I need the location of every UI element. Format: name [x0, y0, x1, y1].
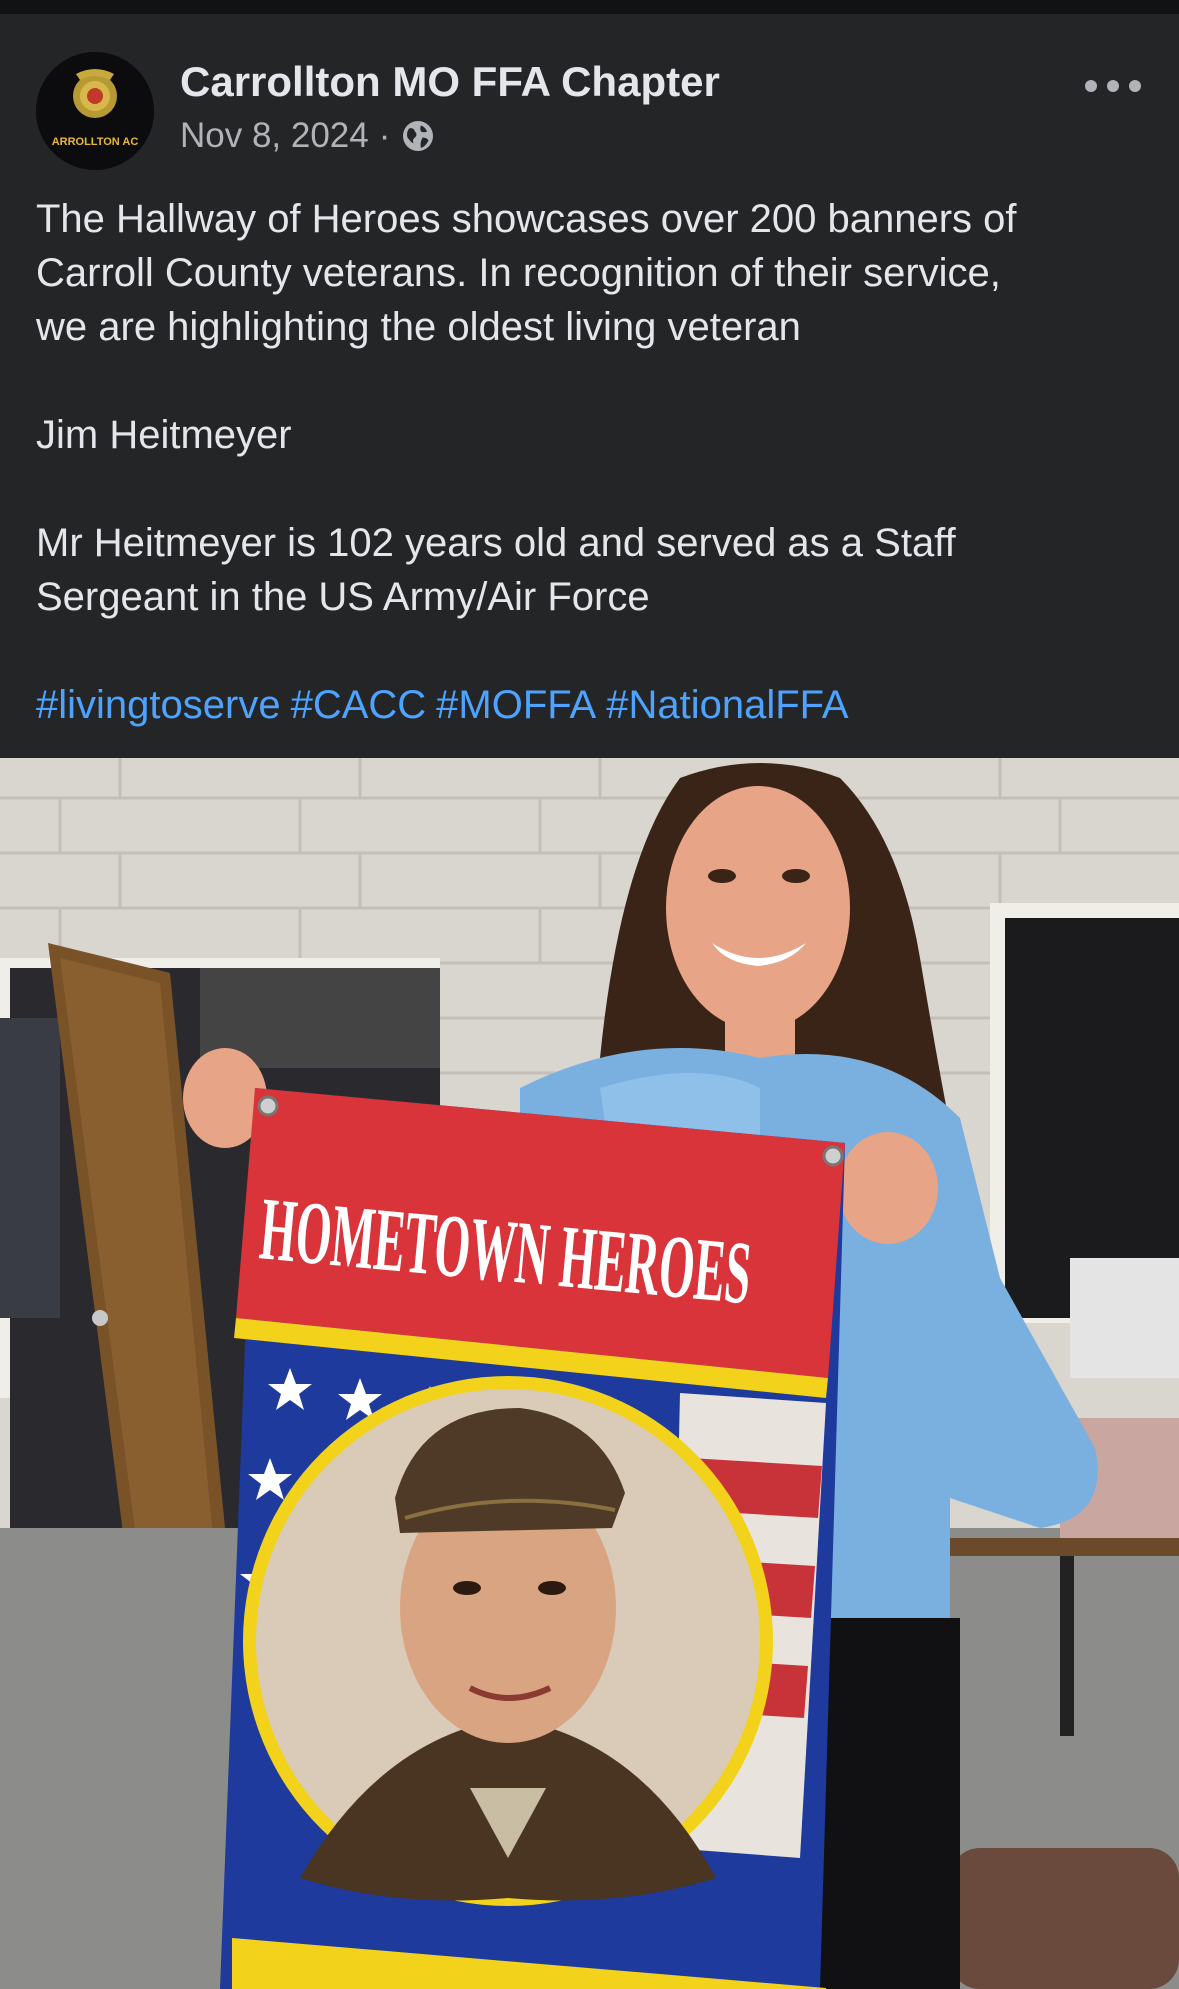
post-text-line: The Hallway of Heroes showcases over 200… [36, 197, 1017, 241]
more-dot [1107, 80, 1119, 92]
post-text-line: Carroll County veterans. In recognition … [36, 251, 1001, 295]
post-text-line: Mr Heitmeyer is 102 years old and served… [36, 521, 956, 565]
post-text-line: Jim Heitmeyer [36, 413, 292, 457]
page-avatar[interactable]: ARROLLTON AC [36, 52, 154, 170]
page-name[interactable]: Carrollton MO FFA Chapter [180, 58, 720, 106]
hashtag-link[interactable]: #livingtoserve [36, 678, 281, 732]
more-dot [1085, 80, 1097, 92]
hashtag-link[interactable]: #CACC [291, 678, 427, 732]
hashtag-link[interactable]: #MOFFA [436, 678, 596, 732]
hashtag-list: #livingtoserve #CACC #MOFFA #NationalFFA [36, 678, 1146, 732]
ffa-emblem-icon: ARROLLTON AC [36, 52, 154, 170]
globe-icon [403, 121, 434, 151]
more-dot [1129, 80, 1141, 92]
post-date[interactable]: Nov 8, 2024 [180, 116, 369, 156]
svg-text:ARROLLTON AC: ARROLLTON AC [52, 136, 139, 148]
meta-separator: · [378, 116, 391, 155]
hometown-heroes-banner: HOMETOWN HEROES [220, 1088, 845, 1989]
post-body: The Hallway of Heroes showcases over 200… [36, 192, 1146, 732]
post-text-line: we are highlighting the oldest living ve… [36, 305, 801, 349]
hashtag-link[interactable]: #NationalFFA [606, 678, 848, 732]
post-text-line: Sergeant in the US Army/Air Force [36, 575, 650, 619]
status-bar [0, 0, 1179, 14]
post-photo[interactable]: HOMETOWN HEROES [0, 758, 1179, 1989]
post-meta: Nov 8, 2024 · [180, 116, 436, 156]
more-options-button[interactable] [1085, 74, 1141, 98]
photo-illustration: HOMETOWN HEROES [0, 758, 1179, 1989]
post-header: ARROLLTON AC Carrollton MO FFA Chapter N… [0, 14, 1179, 170]
